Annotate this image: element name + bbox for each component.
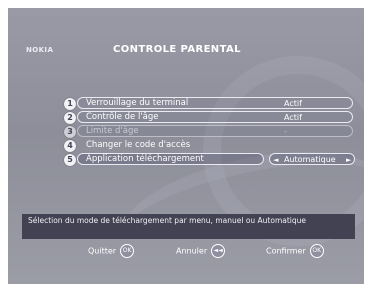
- menu-item-change-access-code[interactable]: 4 Changer le code d'accès: [64, 139, 354, 153]
- menu-item-terminal-lock[interactable]: 1 Verrouillage du terminal Actif: [64, 97, 354, 111]
- download-mode-value: Automatique: [284, 155, 336, 164]
- menu-item-value: Actif: [284, 99, 302, 108]
- quit-button[interactable]: Quitter OK: [88, 244, 135, 259]
- ok-key-icon: OK: [120, 244, 135, 258]
- left-arrow-icon[interactable]: ◄: [273, 154, 278, 166]
- cancel-label: Annuler: [176, 246, 208, 256]
- quit-label: Quitter: [88, 246, 117, 256]
- help-text: Sélection du mode de téléchargement par …: [28, 216, 307, 225]
- number-badge-icon: 3: [64, 126, 76, 138]
- menu-item-value: Actif: [284, 113, 302, 122]
- brand-logo: NOKIA: [26, 46, 54, 54]
- menu-item-label: Application téléchargement: [86, 154, 204, 164]
- right-arrow-icon[interactable]: ►: [346, 154, 351, 166]
- menu-item-label: Changer le code d'accès: [86, 140, 191, 150]
- number-badge-icon: 5: [64, 154, 76, 166]
- footer-actions: Quitter OK Annuler ◄◄ Confirmer OK: [8, 244, 364, 260]
- menu-item-age-control[interactable]: 2 Contrôle de l'âge Actif: [64, 111, 354, 125]
- page-title: CONTROLE PARENTAL: [113, 44, 241, 55]
- menu-item-label: Contrôle de l'âge: [86, 112, 159, 122]
- menu-item-age-limit[interactable]: 3 Limite d'âge -: [64, 125, 354, 139]
- back-key-icon: ◄◄: [211, 244, 226, 258]
- number-badge-icon: 2: [64, 112, 76, 124]
- confirm-button[interactable]: Confirmer OK: [266, 244, 324, 259]
- menu-item-label: Verrouillage du terminal: [86, 98, 189, 108]
- number-badge-icon: 1: [64, 98, 76, 110]
- confirm-label: Confirmer: [266, 246, 306, 256]
- number-badge-icon: 4: [64, 140, 76, 152]
- download-mode-selector[interactable]: ◄ Automatique ►: [269, 153, 355, 165]
- help-text-bar: Sélection du mode de téléchargement par …: [22, 214, 355, 239]
- ok-key-icon: OK: [309, 244, 324, 258]
- menu-item-download-application[interactable]: 5 Application téléchargement ◄ Automatiq…: [64, 153, 355, 167]
- menu-item-value: -: [284, 127, 287, 136]
- cancel-button[interactable]: Annuler ◄◄: [176, 244, 226, 259]
- menu-item-label: Limite d'âge: [86, 126, 139, 136]
- header: NOKIA CONTROLE PARENTAL: [8, 42, 364, 62]
- tv-screen: NOKIA CONTROLE PARENTAL 1 Verrouillage d…: [8, 8, 364, 284]
